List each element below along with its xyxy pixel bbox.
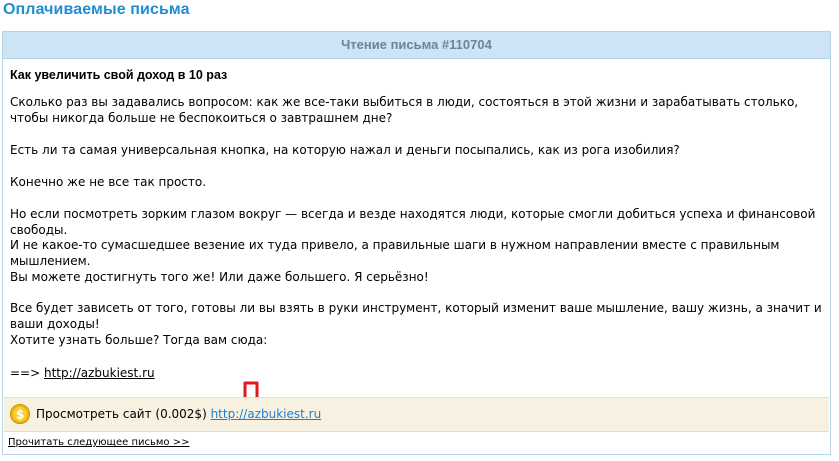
letter-link-line: ==> http://azbukiest.ru: [10, 365, 825, 381]
letter-subject: Как увеличить свой доход в 10 раз: [10, 68, 228, 82]
letter-panel: Чтение письма #110704 Как увеличить свой…: [2, 31, 831, 455]
visit-site-bar: $ Просмотреть сайт (0.002$) http://azbuk…: [4, 397, 829, 432]
letter-paragraph: Хотите узнать больше? Тогда вам сюда:: [10, 333, 268, 347]
visit-text: Просмотреть сайт (0.002$) http://azbukie…: [36, 407, 321, 421]
coin-glyph: $: [16, 408, 24, 422]
letter-paragraph: Есть ли та самая универсальная кнопка, н…: [10, 143, 680, 157]
letter-paragraph: Вы можете достигнуть того же! Или даже б…: [10, 270, 429, 284]
letter-paragraph: Но если посмотреть зорким глазом вокруг …: [10, 207, 816, 237]
letter-paragraph: Сколько раз вы задавались вопросом: как …: [10, 95, 799, 125]
next-letter-link[interactable]: Прочитать следующее письмо >>: [8, 437, 189, 448]
letter-paragraph: И не какое-то сумасшедшее везение их туд…: [10, 238, 780, 268]
page-title: Оплачиваемые письма: [3, 1, 190, 18]
coin-icon: $: [10, 404, 30, 424]
visit-link[interactable]: http://azbukiest.ru: [211, 407, 322, 421]
letter-paragraph: Все будет зависеть от того, готовы ли вы…: [10, 301, 822, 331]
link-prefix: ==>: [10, 366, 41, 380]
letter-header: Чтение письма #110704: [3, 32, 830, 59]
letter-paragraph: Конечно же не все так просто.: [10, 175, 207, 189]
letter-link[interactable]: http://azbukiest.ru: [44, 366, 155, 380]
visit-label: Просмотреть сайт (0.002$): [36, 407, 207, 421]
